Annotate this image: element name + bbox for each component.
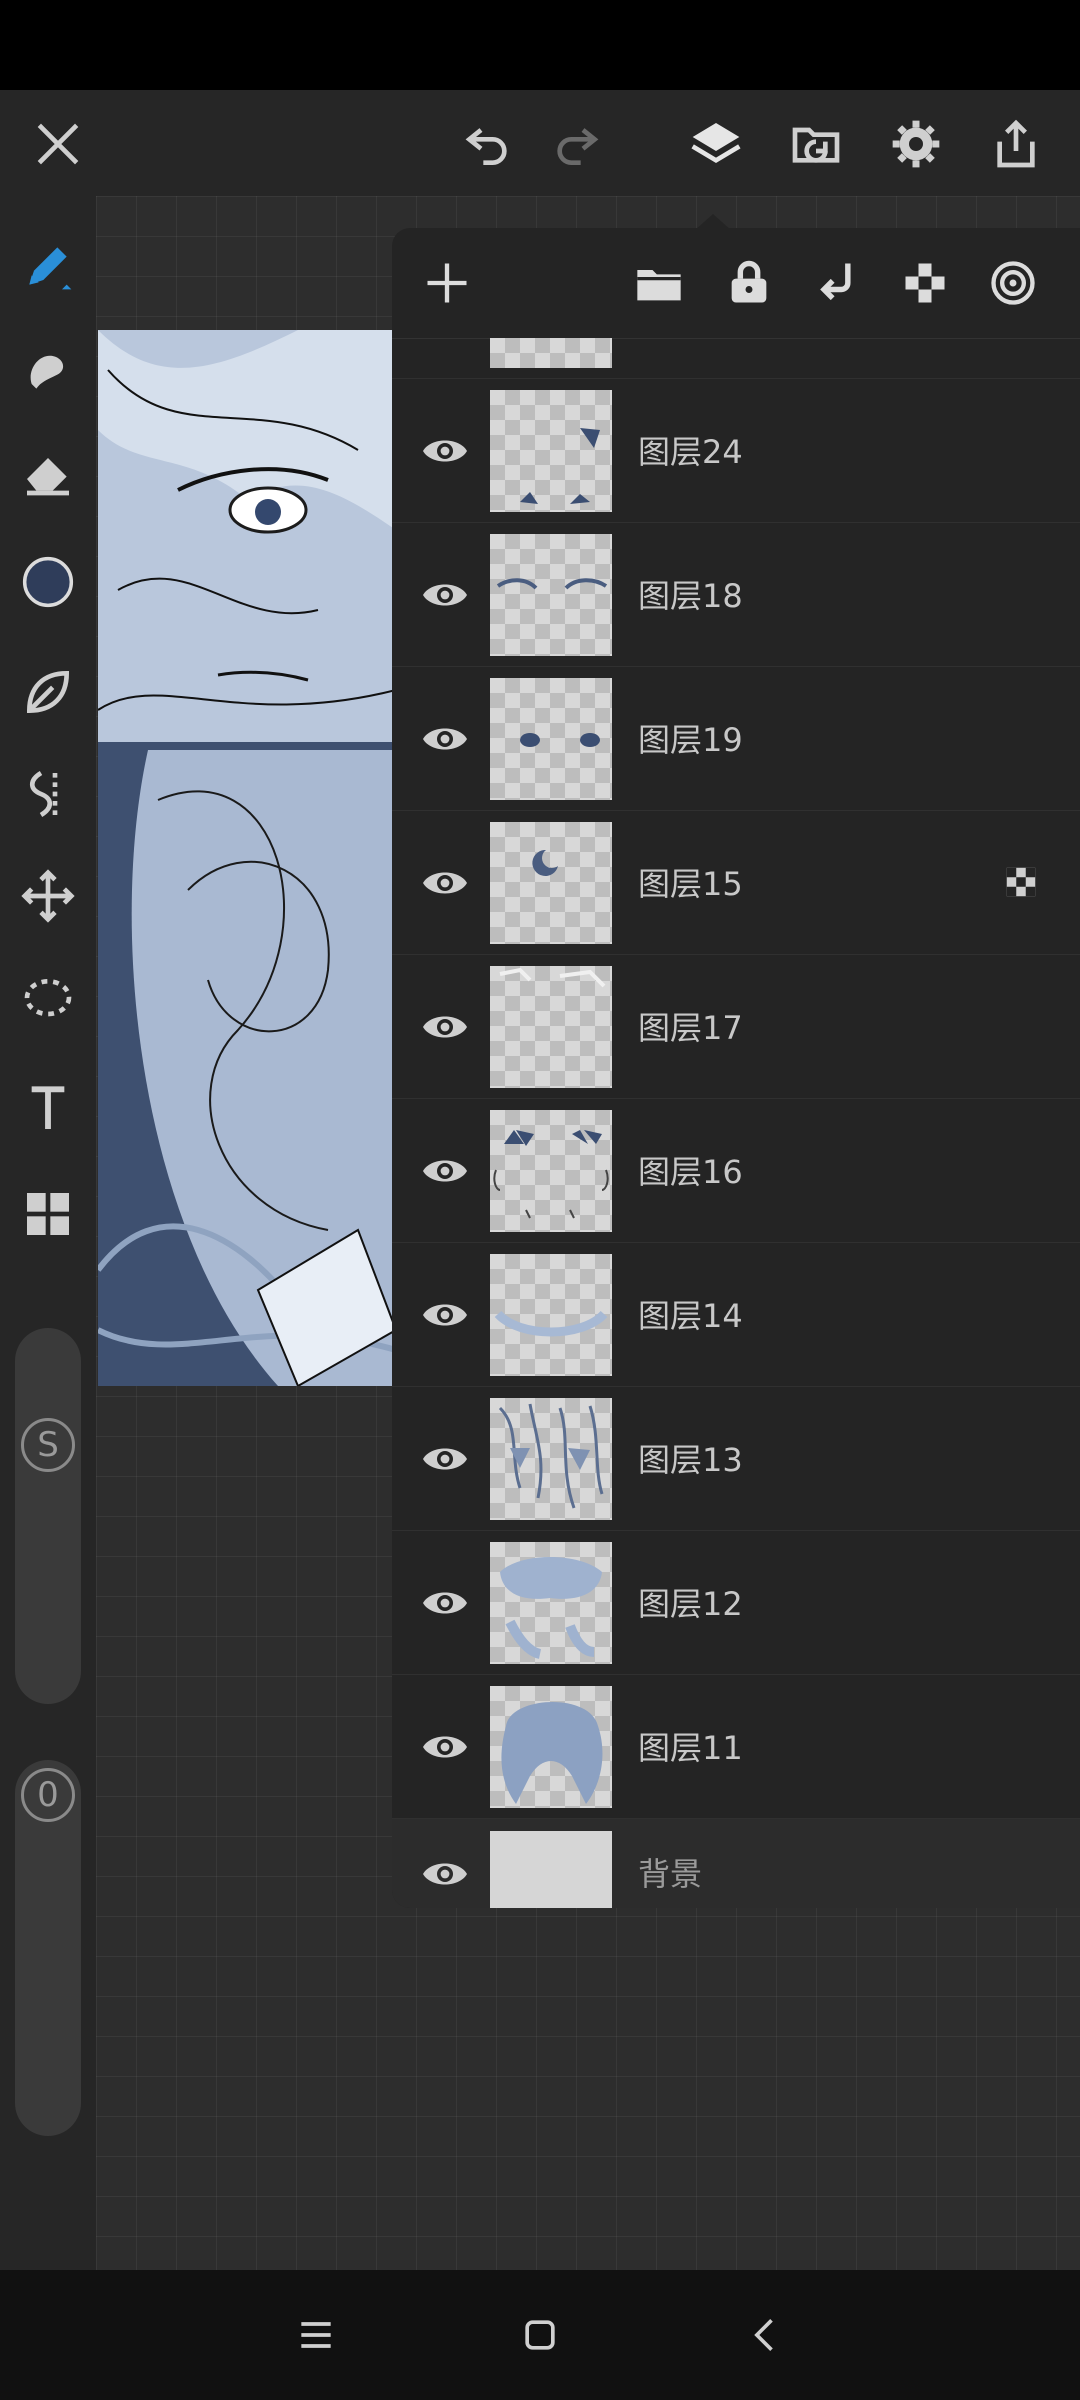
back-icon[interactable] [736,2305,796,2365]
redo-icon[interactable] [540,108,612,180]
layer-row[interactable]: 图层19 [392,667,1080,811]
undo-icon[interactable] [452,108,524,180]
layer-row[interactable]: 图层11 [392,1675,1080,1819]
visibility-eye-icon[interactable] [414,1140,476,1202]
move-tool-icon[interactable] [12,860,84,932]
layer-name: 图层24 [638,433,743,471]
color-picker-swatch[interactable] [12,546,84,618]
visibility-eye-icon[interactable] [414,420,476,482]
layer-thumbnail [490,1110,612,1232]
layer-thumbnail [490,390,612,512]
layer-row[interactable]: 图层24 [392,379,1080,523]
layer-name: 图层16 [638,1153,743,1191]
layer-row[interactable]: 图层13 [392,1387,1080,1531]
visibility-eye-icon[interactable] [414,1428,476,1490]
layers-panel-toolbar [392,228,1080,339]
layer-name: 图层14 [638,1297,743,1335]
layer-row[interactable]: 图层18 [392,523,1080,667]
merge-down-icon[interactable] [804,250,870,316]
alpha-lock-icon [1006,867,1036,897]
eraser-tool-icon[interactable] [12,436,84,508]
visibility-eye-icon[interactable] [414,708,476,770]
layer-name: 图层19 [638,721,743,759]
fill-tool-icon[interactable] [12,656,84,728]
grid-tool-icon[interactable] [12,1178,84,1250]
folder-icon[interactable] [626,250,692,316]
import-file-icon[interactable] [780,108,852,180]
text-tool-icon[interactable] [12,1072,84,1144]
layer-name: 图层15 [638,865,743,903]
layer-name: 图层18 [638,577,743,615]
close-icon[interactable] [22,108,94,180]
visibility-eye-icon[interactable] [414,1716,476,1778]
background-layer-name: 背景 [638,1855,703,1893]
alpha-lock-icon[interactable] [892,250,958,316]
layer-thumbnail [490,1686,612,1808]
layer-row[interactable]: 图层16 [392,1099,1080,1243]
visibility-eye-icon[interactable] [414,996,476,1058]
menu-icon[interactable] [286,2305,346,2365]
background-layer-row[interactable]: 背景 [392,1819,1080,1908]
layer-name: 图层11 [638,1729,743,1767]
opacity-slider-label: 0 [21,1768,75,1822]
layer-thumbnail [490,534,612,656]
layer-name: 图层12 [638,1585,743,1623]
layer-name: 图层17 [638,1009,743,1047]
layer-row-partial[interactable] [392,338,1080,379]
layer-thumbnail [490,678,612,800]
layer-thumbnail [490,1254,612,1376]
artwork-preview [98,330,396,1386]
status-bar [0,0,1080,90]
visibility-eye-icon[interactable] [414,564,476,626]
layer-thumbnail [490,338,612,368]
layer-thumbnail [490,822,612,944]
visibility-eye-icon[interactable] [414,1572,476,1634]
layers-icon[interactable] [680,108,752,180]
layer-list[interactable]: 图层24 图层18 图层19 图层15 图层17 图层16 图层14 图层13 … [392,338,1080,1908]
add-layer-icon[interactable] [414,250,480,316]
layer-row[interactable]: 图层14 [392,1243,1080,1387]
visibility-eye-icon[interactable] [414,1843,476,1905]
opacity-knob[interactable]: 0 [15,1762,81,1828]
brush-size-knob[interactable]: S [15,1412,81,1478]
system-nav-bar [0,2270,1080,2400]
smudge-tool-icon[interactable] [12,334,84,406]
layer-thumbnail [490,1398,612,1520]
visibility-eye-icon[interactable] [414,1284,476,1346]
layers-panel: 图层24 图层18 图层19 图层15 图层17 图层16 图层14 图层13 … [392,228,1080,1908]
home-icon[interactable] [510,2305,570,2365]
background-thumbnail [490,1831,612,1908]
layer-name: 图层13 [638,1441,743,1479]
blur-tool-icon[interactable] [12,758,84,830]
layer-row[interactable]: 图层17 [392,955,1080,1099]
size-slider-label: S [21,1418,75,1472]
layer-thumbnail [490,966,612,1088]
layer-row[interactable]: 图层12 [392,1531,1080,1675]
lasso-tool-icon[interactable] [12,964,84,1036]
layer-thumbnail [490,1542,612,1664]
blend-mode-icon[interactable] [980,250,1046,316]
brush-tool-icon[interactable] [12,230,84,302]
visibility-eye-icon[interactable] [414,852,476,914]
gear-icon[interactable] [880,108,952,180]
lock-icon[interactable] [716,250,782,316]
brush-size-slider[interactable] [15,1328,81,1704]
share-icon[interactable] [980,108,1052,180]
layer-row[interactable]: 图层15 [392,811,1080,955]
